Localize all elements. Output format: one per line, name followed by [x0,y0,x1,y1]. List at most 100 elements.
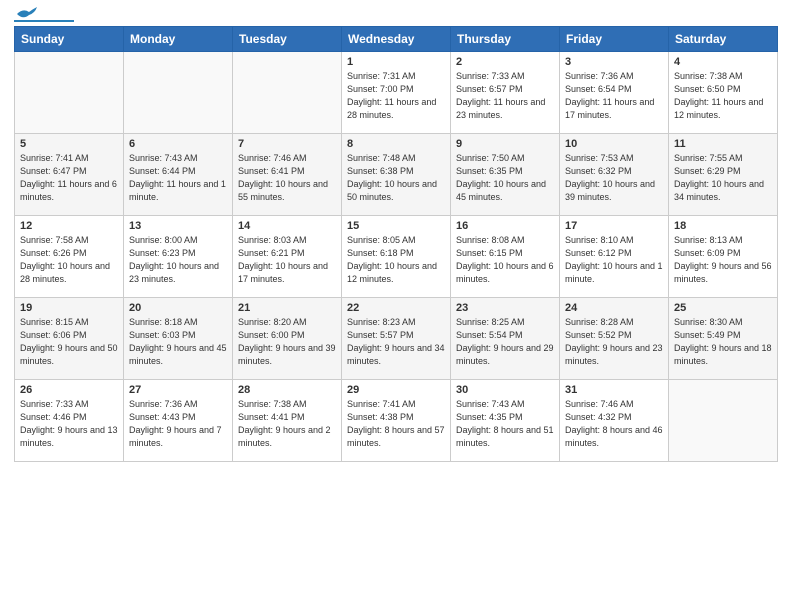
calendar-cell: 15 Sunrise: 8:05 AM Sunset: 6:18 PM Dayli… [342,216,451,298]
day-number: 19 [20,302,118,314]
day-number: 27 [129,384,227,396]
day-number: 22 [347,302,445,314]
day-info: Sunrise: 8:25 AM Sunset: 5:54 PM Dayligh… [456,316,554,368]
day-info: Sunrise: 8:18 AM Sunset: 6:03 PM Dayligh… [129,316,227,368]
calendar-cell: 23 Sunrise: 8:25 AM Sunset: 5:54 PM Dayli… [451,298,560,380]
weekday-header-row: SundayMondayTuesdayWednesdayThursdayFrid… [15,27,778,52]
calendar-cell: 3 Sunrise: 7:36 AM Sunset: 6:54 PM Daylig… [560,52,669,134]
weekday-header-tuesday: Tuesday [233,27,342,52]
day-info: Sunrise: 8:03 AM Sunset: 6:21 PM Dayligh… [238,234,336,286]
day-number: 18 [674,220,772,232]
calendar-cell: 8 Sunrise: 7:48 AM Sunset: 6:38 PM Daylig… [342,134,451,216]
day-number: 15 [347,220,445,232]
day-number: 24 [565,302,663,314]
calendar-cell: 18Sunrise: 8:13 AM Sunset: 6:09 PM Dayli… [669,216,778,298]
day-info: Sunrise: 7:53 AM Sunset: 6:32 PM Dayligh… [565,152,663,204]
day-info: Sunrise: 7:41 AM Sunset: 6:47 PM Dayligh… [20,152,118,204]
calendar-cell: 11Sunrise: 7:55 AM Sunset: 6:29 PM Dayli… [669,134,778,216]
calendar-cell: 22 Sunrise: 8:23 AM Sunset: 5:57 PM Dayli… [342,298,451,380]
day-info: Sunrise: 8:20 AM Sunset: 6:00 PM Dayligh… [238,316,336,368]
logo [14,10,74,22]
calendar-cell: 21 Sunrise: 8:20 AM Sunset: 6:00 PM Dayli… [233,298,342,380]
calendar-cell [124,52,233,134]
calendar-cell: 30Sunrise: 7:43 AM Sunset: 4:35 PM Dayli… [451,380,560,462]
header [14,10,778,22]
day-info: Sunrise: 7:33 AM Sunset: 4:46 PM Dayligh… [20,398,118,450]
day-number: 10 [565,138,663,150]
day-number: 25 [674,302,772,314]
calendar-week-1: 1Sunrise: 7:31 AM Sunset: 7:00 PM Daylig… [15,52,778,134]
day-info: Sunrise: 8:23 AM Sunset: 5:57 PM Dayligh… [347,316,445,368]
calendar-week-2: 5 Sunrise: 7:41 AM Sunset: 6:47 PM Daylig… [15,134,778,216]
calendar-cell [233,52,342,134]
weekday-header-thursday: Thursday [451,27,560,52]
weekday-header-friday: Friday [560,27,669,52]
calendar-cell: 31 Sunrise: 7:46 AM Sunset: 4:32 PM Dayli… [560,380,669,462]
day-number: 17 [565,220,663,232]
calendar-cell: 13Sunrise: 8:00 AM Sunset: 6:23 PM Dayli… [124,216,233,298]
day-number: 2 [456,56,554,68]
day-info: Sunrise: 7:41 AM Sunset: 4:38 PM Dayligh… [347,398,445,450]
day-info: Sunrise: 8:05 AM Sunset: 6:18 PM Dayligh… [347,234,445,286]
day-number: 5 [20,138,118,150]
calendar-cell: 1Sunrise: 7:31 AM Sunset: 7:00 PM Daylig… [342,52,451,134]
calendar-cell: 25 Sunrise: 8:30 AM Sunset: 5:49 PM Dayli… [669,298,778,380]
day-info: Sunrise: 8:15 AM Sunset: 6:06 PM Dayligh… [20,316,118,368]
day-number: 26 [20,384,118,396]
day-info: Sunrise: 7:58 AM Sunset: 6:26 PM Dayligh… [20,234,118,286]
day-info: Sunrise: 7:46 AM Sunset: 4:32 PM Dayligh… [565,398,663,450]
calendar-cell [15,52,124,134]
day-number: 23 [456,302,554,314]
day-number: 6 [129,138,227,150]
day-number: 8 [347,138,445,150]
day-info: Sunrise: 8:30 AM Sunset: 5:49 PM Dayligh… [674,316,772,368]
calendar-table: SundayMondayTuesdayWednesdayThursdayFrid… [14,26,778,462]
calendar-cell: 17 Sunrise: 8:10 AM Sunset: 6:12 PM Dayli… [560,216,669,298]
day-number: 3 [565,56,663,68]
calendar-week-3: 12Sunrise: 7:58 AM Sunset: 6:26 PM Dayli… [15,216,778,298]
calendar-body: 1Sunrise: 7:31 AM Sunset: 7:00 PM Daylig… [15,52,778,462]
day-info: Sunrise: 7:55 AM Sunset: 6:29 PM Dayligh… [674,152,772,204]
calendar-cell: 27 Sunrise: 7:36 AM Sunset: 4:43 PM Dayli… [124,380,233,462]
day-info: Sunrise: 8:10 AM Sunset: 6:12 PM Dayligh… [565,234,663,286]
day-info: Sunrise: 7:38 AM Sunset: 6:50 PM Dayligh… [674,70,772,122]
day-info: Sunrise: 8:28 AM Sunset: 5:52 PM Dayligh… [565,316,663,368]
day-number: 21 [238,302,336,314]
calendar-cell: 29 Sunrise: 7:41 AM Sunset: 4:38 PM Dayli… [342,380,451,462]
weekday-header-saturday: Saturday [669,27,778,52]
day-info: Sunrise: 7:46 AM Sunset: 6:41 PM Dayligh… [238,152,336,204]
calendar-cell: 19 Sunrise: 8:15 AM Sunset: 6:06 PM Dayli… [15,298,124,380]
day-number: 13 [129,220,227,232]
day-number: 14 [238,220,336,232]
calendar-cell: 9Sunrise: 7:50 AM Sunset: 6:35 PM Daylig… [451,134,560,216]
calendar-cell: 12Sunrise: 7:58 AM Sunset: 6:26 PM Dayli… [15,216,124,298]
calendar-cell: 14 Sunrise: 8:03 AM Sunset: 6:21 PM Dayli… [233,216,342,298]
day-info: Sunrise: 7:31 AM Sunset: 7:00 PM Dayligh… [347,70,445,122]
page-container: SundayMondayTuesdayWednesdayThursdayFrid… [0,0,792,470]
day-info: Sunrise: 7:43 AM Sunset: 4:35 PM Dayligh… [456,398,554,450]
day-number: 4 [674,56,772,68]
day-number: 20 [129,302,227,314]
day-number: 7 [238,138,336,150]
calendar-cell: 28 Sunrise: 7:38 AM Sunset: 4:41 PM Dayli… [233,380,342,462]
day-info: Sunrise: 7:33 AM Sunset: 6:57 PM Dayligh… [456,70,554,122]
calendar-week-4: 19 Sunrise: 8:15 AM Sunset: 6:06 PM Dayli… [15,298,778,380]
day-info: Sunrise: 7:36 AM Sunset: 6:54 PM Dayligh… [565,70,663,122]
logo-divider [14,20,74,22]
calendar-cell: 5 Sunrise: 7:41 AM Sunset: 6:47 PM Daylig… [15,134,124,216]
day-info: Sunrise: 7:36 AM Sunset: 4:43 PM Dayligh… [129,398,227,450]
calendar-week-5: 26 Sunrise: 7:33 AM Sunset: 4:46 PM Dayli… [15,380,778,462]
day-info: Sunrise: 7:50 AM Sunset: 6:35 PM Dayligh… [456,152,554,204]
day-info: Sunrise: 7:48 AM Sunset: 6:38 PM Dayligh… [347,152,445,204]
day-number: 16 [456,220,554,232]
day-number: 31 [565,384,663,396]
calendar-cell: 10 Sunrise: 7:53 AM Sunset: 6:32 PM Dayli… [560,134,669,216]
calendar-cell [669,380,778,462]
calendar-cell: 16Sunrise: 8:08 AM Sunset: 6:15 PM Dayli… [451,216,560,298]
weekday-header-monday: Monday [124,27,233,52]
calendar-cell: 6Sunrise: 7:43 AM Sunset: 6:44 PM Daylig… [124,134,233,216]
day-number: 28 [238,384,336,396]
calendar-cell: 24 Sunrise: 8:28 AM Sunset: 5:52 PM Dayli… [560,298,669,380]
day-number: 29 [347,384,445,396]
day-info: Sunrise: 7:38 AM Sunset: 4:41 PM Dayligh… [238,398,336,450]
